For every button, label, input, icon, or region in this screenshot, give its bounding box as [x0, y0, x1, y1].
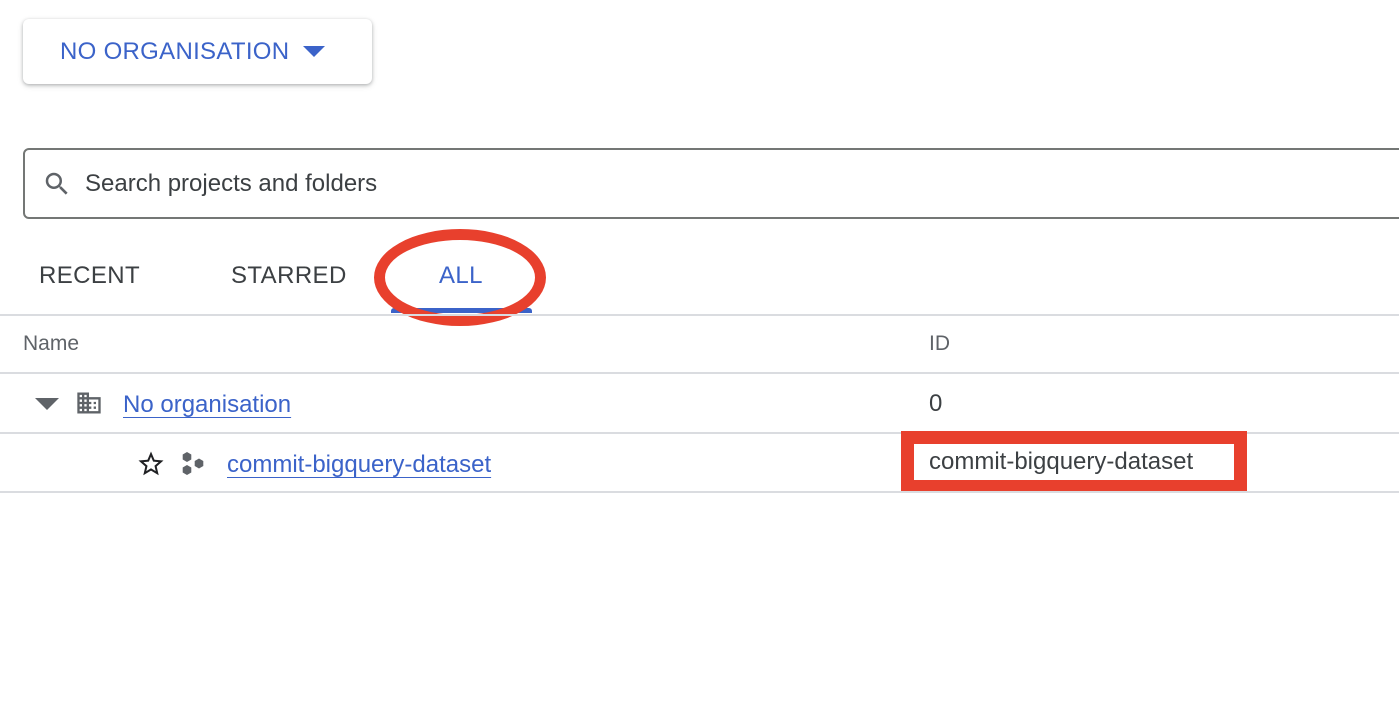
- search-input[interactable]: [85, 169, 985, 198]
- column-header-id[interactable]: ID: [929, 332, 950, 356]
- divider: [0, 491, 1399, 493]
- column-header-name[interactable]: Name: [23, 332, 79, 356]
- tab-active-indicator: [391, 308, 532, 313]
- tab-starred[interactable]: STARRED: [231, 262, 347, 290]
- project-link[interactable]: commit-bigquery-dataset: [227, 451, 491, 479]
- organisation-picker-label: NO ORGANISATION: [60, 37, 290, 65]
- building-icon: [77, 392, 101, 414]
- divider: [0, 372, 1399, 374]
- collapse-arrow-icon[interactable]: [35, 398, 59, 410]
- divider: [0, 314, 1399, 316]
- tab-recent[interactable]: RECENT: [39, 262, 140, 290]
- tab-all[interactable]: ALL: [439, 262, 483, 290]
- organisation-link[interactable]: No organisation: [123, 391, 291, 419]
- search-box[interactable]: [23, 148, 1399, 219]
- annotation-highlight-box: commit-bigquery-dataset: [901, 431, 1247, 493]
- search-icon: [45, 172, 68, 195]
- star-icon[interactable]: [136, 449, 166, 479]
- project-icon: [182, 452, 204, 475]
- project-picker-page: NO ORGANISATION RECENT STARRED ALL Name …: [0, 0, 1399, 723]
- caret-down-icon: [303, 46, 326, 57]
- organisation-id: 0: [929, 390, 943, 417]
- project-id: commit-bigquery-dataset: [929, 448, 1194, 475]
- organisation-picker-button[interactable]: NO ORGANISATION: [23, 19, 372, 84]
